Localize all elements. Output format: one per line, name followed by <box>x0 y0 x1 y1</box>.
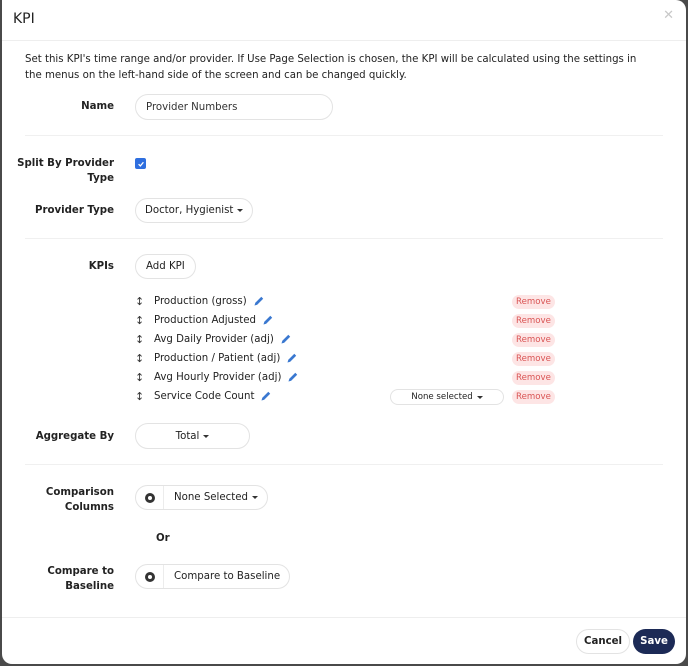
caret-down-icon <box>237 209 244 212</box>
kpi-name: Avg Daily Provider (adj) <box>154 333 274 345</box>
caret-down-icon <box>251 496 258 499</box>
kpi-name: Production (gross) <box>154 295 247 307</box>
divider <box>25 238 663 239</box>
comparison-columns-control: None Selected <box>135 485 268 510</box>
name-input[interactable] <box>135 94 333 120</box>
modal-title: KPI <box>13 11 35 27</box>
compare-to-baseline-radio[interactable] <box>136 565 164 588</box>
edit-pencil-icon[interactable] <box>286 352 298 364</box>
add-kpi-label: Add KPI <box>146 261 185 272</box>
comparison-columns-dropdown[interactable]: None Selected <box>164 486 267 509</box>
close-icon[interactable]: ✕ <box>663 8 674 23</box>
divider <box>25 135 663 136</box>
name-label: Name <box>81 101 114 112</box>
intro-text: Set this KPI's time range and/or provide… <box>25 54 637 81</box>
cancel-button[interactable]: Cancel <box>576 629 630 654</box>
drag-handle-icon[interactable]: ↕ <box>135 314 154 327</box>
kpi-name: Avg Hourly Provider (adj) <box>154 371 282 383</box>
provider-type-dropdown[interactable]: Doctor, Hygienist <box>135 198 254 223</box>
modal-header: KPI ✕ <box>2 0 686 41</box>
kpi-name: Service Code Count <box>154 390 255 402</box>
divider <box>25 464 663 465</box>
comparison-columns-label: Comparison Columns <box>45 487 114 513</box>
save-button[interactable]: Save <box>633 629 675 654</box>
drag-handle-icon[interactable]: ↕ <box>135 295 154 308</box>
remove-kpi-button[interactable]: Remove <box>512 295 555 309</box>
remove-kpi-button[interactable]: Remove <box>512 333 555 347</box>
kpi-list-item: ↕ Production Adjusted <box>135 312 555 328</box>
footer-divider <box>2 617 686 618</box>
caret-down-icon <box>476 395 483 399</box>
check-icon <box>137 161 144 167</box>
drag-handle-icon[interactable]: ↕ <box>135 371 154 384</box>
edit-pencil-icon[interactable] <box>253 295 265 307</box>
edit-pencil-icon[interactable] <box>280 333 292 345</box>
kpi-list-item: ↕ Production / Patient (adj) <box>135 350 555 366</box>
edit-pencil-icon[interactable] <box>262 314 274 326</box>
kpi-list-item: ↕ Avg Hourly Provider (adj) <box>135 369 555 385</box>
kpi-modal: KPI ✕ Set this KPI's time range and/or p… <box>2 0 686 664</box>
kpi-name: Production Adjusted <box>154 314 257 326</box>
aggregate-by-dropdown[interactable]: Total <box>135 423 250 449</box>
drag-handle-icon[interactable]: ↕ <box>135 333 154 346</box>
kpi-list-item: ↕ Avg Daily Provider (adj) <box>135 331 555 347</box>
caret-down-icon <box>203 434 210 438</box>
remove-kpi-button[interactable]: Remove <box>512 352 555 366</box>
radio-selected-icon <box>144 571 155 582</box>
provider-type-value: Doctor, Hygienist <box>145 205 234 216</box>
or-separator: Or <box>156 533 170 544</box>
aggregate-by-label: Aggregate By <box>35 431 114 442</box>
kpi-name: Production / Patient (adj) <box>154 352 281 364</box>
comparison-columns-value: None Selected <box>174 492 248 503</box>
compare-to-baseline-label: Compare to Baseline <box>47 566 114 592</box>
kpis-label: KPIs <box>88 261 114 272</box>
edit-pencil-icon[interactable] <box>260 390 272 402</box>
comparison-columns-radio[interactable] <box>136 486 164 509</box>
service-code-count-dropdown[interactable]: None selected <box>390 389 504 405</box>
split-by-provider-type-label: Split By Provider Type <box>17 158 114 184</box>
split-by-provider-type-checkbox[interactable] <box>135 158 146 169</box>
service-code-count-value: None selected <box>411 392 473 402</box>
remove-kpi-button[interactable]: Remove <box>512 371 555 385</box>
add-kpi-button[interactable]: Add KPI <box>135 254 196 279</box>
remove-kpi-button[interactable]: Remove <box>512 314 555 328</box>
kpi-list-item: ↕ Production (gross) <box>135 293 555 309</box>
remove-kpi-button[interactable]: Remove <box>512 390 555 404</box>
provider-type-label: Provider Type <box>35 205 114 216</box>
drag-handle-icon[interactable]: ↕ <box>135 390 154 403</box>
drag-handle-icon[interactable]: ↕ <box>135 352 154 365</box>
aggregate-by-value: Total <box>175 430 200 442</box>
radio-selected-icon <box>144 492 155 503</box>
edit-pencil-icon[interactable] <box>287 371 299 383</box>
compare-to-baseline-control: Compare to Baseline <box>135 564 291 589</box>
compare-to-baseline-button[interactable]: Compare to Baseline <box>164 565 289 588</box>
